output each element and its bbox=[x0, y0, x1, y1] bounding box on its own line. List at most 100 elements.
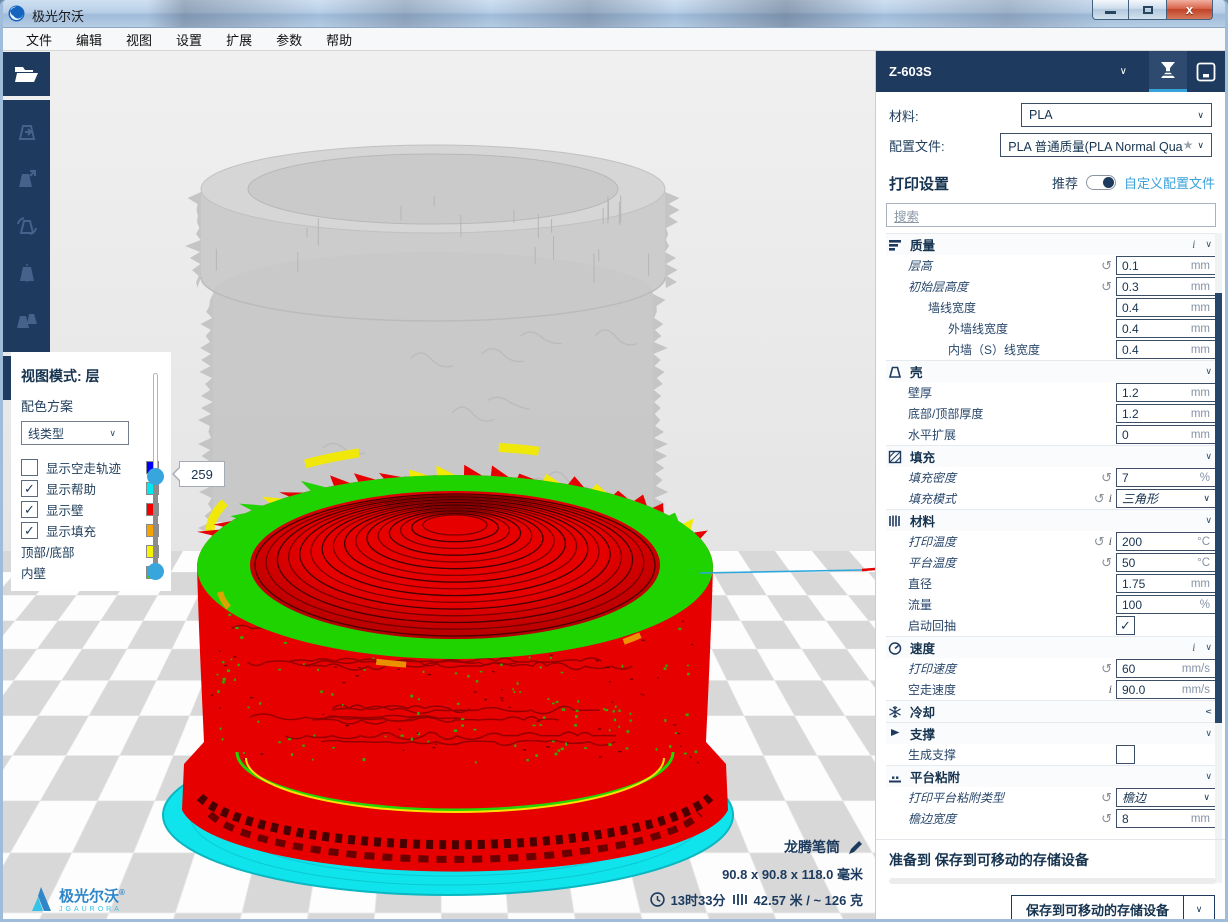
material-select[interactable]: PLA ∨ bbox=[1021, 103, 1212, 127]
setting-label: 檐边宽度 bbox=[908, 810, 956, 827]
reset-value-icon[interactable]: ↺ bbox=[1101, 261, 1112, 271]
reset-value-icon[interactable]: ↺ bbox=[1101, 664, 1112, 674]
custom-profile-link[interactable]: 自定义配置文件 bbox=[1124, 173, 1215, 192]
section-header-shell[interactable]: 壳∨ bbox=[886, 360, 1218, 382]
menu-item-2[interactable]: 视图 bbox=[114, 27, 164, 52]
info-icon[interactable]: i bbox=[1109, 491, 1112, 506]
color-scheme-select[interactable]: 线类型 ∨ bbox=[21, 421, 129, 445]
move-tool-icon[interactable] bbox=[10, 115, 44, 149]
section-header-speed[interactable]: 速度i∨ bbox=[886, 636, 1218, 658]
setting-input[interactable]: 8mm bbox=[1116, 809, 1216, 828]
close-button[interactable]: x bbox=[1167, 0, 1213, 20]
title-bar[interactable]: 极光尔沃 x bbox=[0, 0, 1228, 28]
section-header-material[interactable]: 材料∨ bbox=[886, 509, 1218, 531]
settings-scrollbar[interactable] bbox=[1215, 233, 1222, 883]
search-input[interactable]: 搜索 bbox=[886, 203, 1216, 227]
reset-value-icon[interactable]: ↺ bbox=[1101, 558, 1112, 568]
info-icon[interactable]: i bbox=[1109, 682, 1112, 697]
info-icon[interactable]: i bbox=[1192, 237, 1195, 252]
profile-select[interactable]: PLA 普通质量(PLA Normal Qua ★ ∨ bbox=[1000, 133, 1212, 157]
printer-chevron-icon[interactable]: ∨ bbox=[1120, 66, 1127, 77]
save-options-dropdown[interactable]: ∨ bbox=[1184, 895, 1215, 922]
window-title: 极光尔沃 bbox=[32, 6, 84, 25]
rotate-tool-icon[interactable] bbox=[10, 209, 44, 243]
setting-input[interactable]: 1.2mm bbox=[1116, 404, 1216, 423]
setting-row: 墙线宽度0.4mm bbox=[886, 297, 1218, 318]
save-to-removable-button[interactable]: 保存到可移动的存储设备 bbox=[1011, 895, 1184, 922]
scale-tool-icon[interactable] bbox=[10, 162, 44, 196]
menu-item-5[interactable]: 参数 bbox=[264, 27, 314, 52]
menu-item-0[interactable]: 文件 bbox=[14, 27, 64, 52]
setting-value: 0.4 bbox=[1122, 343, 1191, 357]
layer-range-slider[interactable] bbox=[149, 373, 163, 589]
info-icon[interactable]: i bbox=[1109, 534, 1112, 549]
setting-input[interactable]: 50°C bbox=[1116, 553, 1216, 572]
reset-value-icon[interactable]: ↺ bbox=[1101, 282, 1112, 292]
setting-label: 空走速度 bbox=[908, 681, 956, 698]
printer-name[interactable]: Z-603S bbox=[889, 64, 1120, 79]
setting-label: 直径 bbox=[908, 575, 932, 592]
setting-select[interactable]: 三角形∨ bbox=[1116, 489, 1216, 508]
setting-input[interactable]: 1.2mm bbox=[1116, 383, 1216, 402]
reset-value-icon[interactable]: ↺ bbox=[1101, 473, 1112, 483]
setting-input[interactable]: 100% bbox=[1116, 595, 1216, 614]
chevron-down-icon: ∨ bbox=[1205, 451, 1212, 462]
setting-label: 外墙线宽度 bbox=[948, 320, 1008, 337]
menu-item-4[interactable]: 扩展 bbox=[214, 27, 264, 52]
legend-checkbox[interactable]: ✓ bbox=[21, 501, 38, 518]
setting-input[interactable]: 0.4mm bbox=[1116, 319, 1216, 338]
setting-value: 0.1 bbox=[1122, 259, 1191, 273]
chevron-down-icon: ∨ bbox=[1205, 771, 1212, 782]
menu-item-3[interactable]: 设置 bbox=[164, 27, 214, 52]
setting-checkbox[interactable] bbox=[1116, 745, 1135, 764]
section-header-layers[interactable]: 质量i∨ bbox=[886, 233, 1218, 255]
menu-item-6[interactable]: 帮助 bbox=[314, 27, 364, 52]
setting-input[interactable]: 200°C bbox=[1116, 532, 1216, 551]
minimize-button[interactable] bbox=[1092, 0, 1129, 20]
reset-value-icon[interactable]: ↺ bbox=[1101, 793, 1112, 803]
section-header-infill[interactable]: 填充∨ bbox=[886, 445, 1218, 467]
menu-item-1[interactable]: 编辑 bbox=[64, 27, 114, 52]
setting-input[interactable]: 0mm bbox=[1116, 425, 1216, 444]
rename-pencil-icon[interactable] bbox=[848, 840, 863, 855]
setting-row: 填充密度↺7% bbox=[886, 467, 1218, 488]
tab-slice-view[interactable] bbox=[1149, 51, 1187, 92]
legend-checkbox[interactable]: ✓ bbox=[21, 480, 38, 497]
setting-input[interactable]: 0.1mm bbox=[1116, 256, 1216, 275]
per-model-settings-icon[interactable] bbox=[10, 303, 44, 337]
setting-input[interactable]: 0.4mm bbox=[1116, 298, 1216, 317]
legend-checkbox[interactable]: ✓ bbox=[21, 522, 38, 539]
setting-input[interactable]: 0.4mm bbox=[1116, 340, 1216, 359]
setting-checkbox[interactable]: ✓ bbox=[1116, 616, 1135, 635]
setting-input[interactable]: 1.75mm bbox=[1116, 574, 1216, 593]
slider-track-upper[interactable] bbox=[153, 373, 158, 475]
setting-input[interactable]: 90.0mm/s bbox=[1116, 680, 1216, 699]
setting-input[interactable]: 0.3mm bbox=[1116, 277, 1216, 296]
setting-unit: mm/s bbox=[1182, 684, 1210, 696]
viewport-3d[interactable]: ∨ 视图模式: 层 配色方案 线类型 ∨ 显示空走轨迹✓显示帮助✓显示壁✓显示填… bbox=[3, 51, 875, 919]
slider-track-selected[interactable] bbox=[153, 473, 158, 571]
slider-handle-top[interactable] bbox=[147, 468, 164, 485]
section-header-adhesion[interactable]: 平台粘附∨ bbox=[886, 765, 1218, 787]
setting-select[interactable]: 檐边∨ bbox=[1116, 788, 1216, 807]
reset-value-icon[interactable]: ↺ bbox=[1094, 494, 1105, 504]
recommended-custom-toggle[interactable] bbox=[1086, 175, 1116, 190]
scrollbar-thumb[interactable] bbox=[1215, 293, 1222, 723]
section-header-cooling[interactable]: 冷却∨ bbox=[886, 700, 1218, 722]
speed-icon bbox=[888, 641, 904, 655]
reset-value-icon[interactable]: ↺ bbox=[1094, 537, 1105, 547]
info-icon[interactable]: i bbox=[1192, 640, 1195, 655]
material-icon bbox=[888, 514, 904, 528]
maximize-button[interactable] bbox=[1129, 0, 1167, 20]
tab-prepare-view[interactable] bbox=[1187, 51, 1225, 92]
open-file-button[interactable] bbox=[10, 57, 44, 91]
app-window: 极光尔沃 x 文件编辑视图设置扩展参数帮助 bbox=[0, 0, 1228, 922]
section-header-support[interactable]: 支撑∨ bbox=[886, 722, 1218, 744]
mirror-tool-icon[interactable] bbox=[10, 256, 44, 290]
legend-checkbox[interactable] bbox=[21, 459, 38, 476]
setting-input[interactable]: 60mm/s bbox=[1116, 659, 1216, 678]
setting-input[interactable]: 7% bbox=[1116, 468, 1216, 487]
slider-handle-bottom[interactable] bbox=[147, 563, 164, 580]
reset-value-icon[interactable]: ↺ bbox=[1101, 814, 1112, 824]
setting-unit: % bbox=[1200, 599, 1210, 611]
